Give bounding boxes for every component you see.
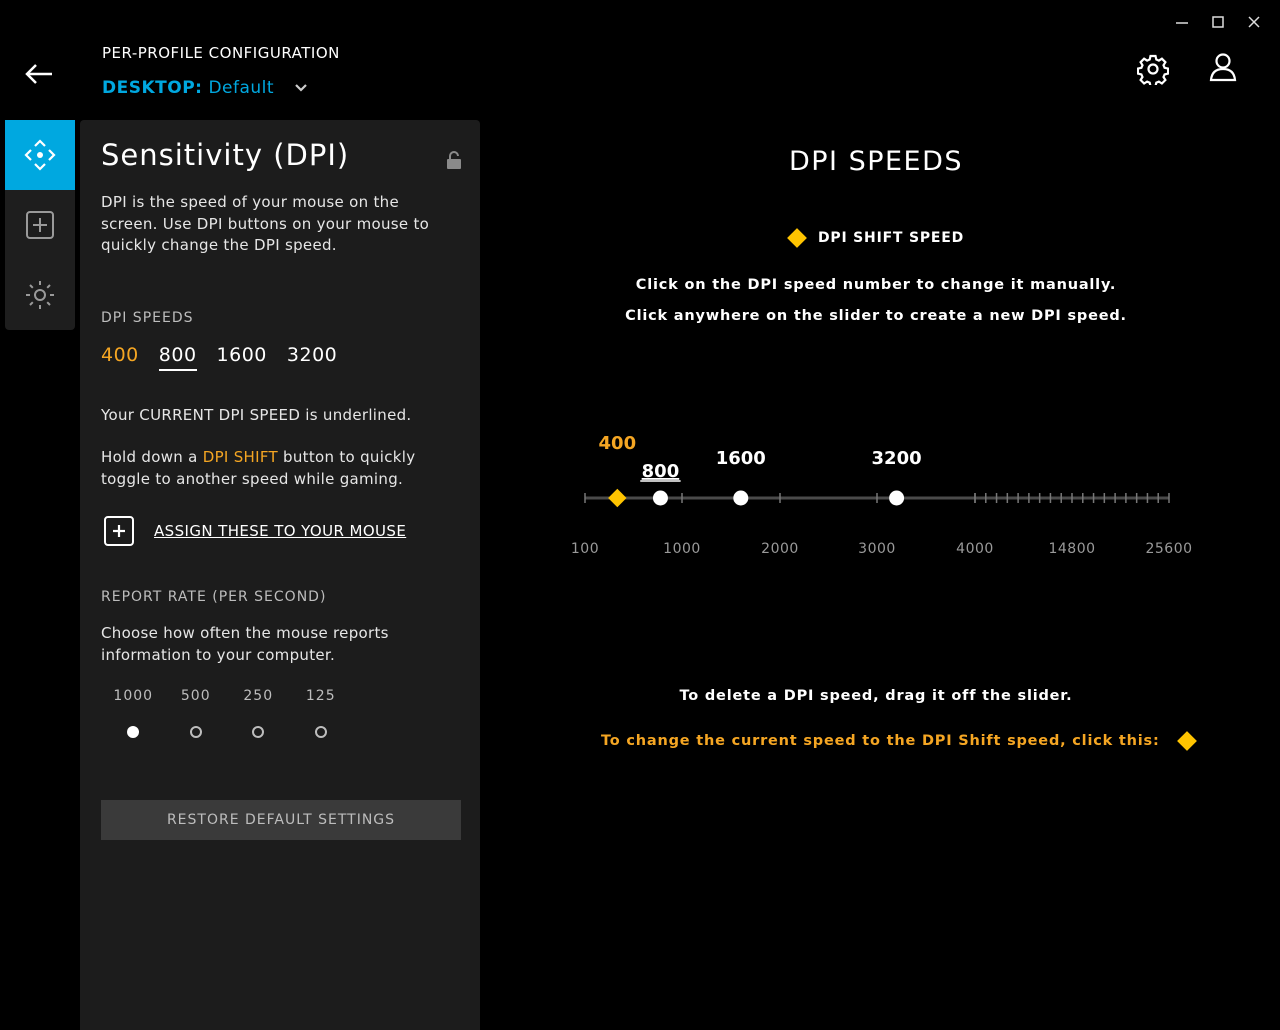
panel-title: Sensitivity (DPI) xyxy=(101,138,350,172)
report-rate-description: Choose how often the mouse reports infor… xyxy=(101,624,389,664)
report-rate-radio[interactable] xyxy=(102,726,165,738)
restore-defaults-button[interactable]: RESTORE DEFAULT SETTINGS xyxy=(101,800,461,840)
set-shift-diamond-button[interactable] xyxy=(1176,731,1197,751)
dpi-speed-marker-label[interactable]: 800 xyxy=(642,461,680,482)
window-controls xyxy=(1164,8,1272,36)
shift-instruction: To change the current speed to the DPI S… xyxy=(601,731,1197,751)
close-icon[interactable] xyxy=(1236,8,1272,36)
delete-instruction: To delete a DPI speed, drag it off the s… xyxy=(679,688,1073,704)
settings-panel: Sensitivity (DPI) DPI is the speed of yo… xyxy=(80,120,480,1030)
back-arrow-icon[interactable] xyxy=(24,60,56,88)
dpi-speed-marker-label[interactable]: 1600 xyxy=(716,448,766,469)
shift-instruction-label: To change the current speed to the DPI S… xyxy=(601,733,1160,749)
instruction-text: Click anywhere on the slider to create a… xyxy=(625,308,1127,324)
sun-lighting-icon xyxy=(26,281,54,309)
dpi-shift-note: Hold down a DPI SHIFT button to quickly … xyxy=(101,448,416,488)
dpi-slider[interactable]: 100 1000 2000 3000 4000 14800 25600 400 800 1600 3… xyxy=(560,420,1220,570)
report-rate-option-label: 125 xyxy=(305,688,336,704)
slider-axis-label: 2000 xyxy=(761,541,799,557)
dpi-speed-marker[interactable] xyxy=(733,490,749,506)
dpi-speed-value[interactable]: 800 xyxy=(158,344,197,371)
plus-square-icon xyxy=(26,211,54,239)
instruction-text: Click on the DPI speed number to change … xyxy=(635,277,1117,293)
report-rate-label: REPORT RATE (PER SECOND) xyxy=(101,589,327,605)
move-arrows-icon xyxy=(24,139,56,171)
slider-axis-label: 3000 xyxy=(858,541,896,557)
dpi-speed-list: 400 800 1600 3200 xyxy=(101,344,337,371)
slider-axis-label: 14800 xyxy=(1048,541,1095,557)
side-rail xyxy=(5,120,75,330)
report-rate-option-label: 1000 xyxy=(113,688,154,704)
assign-to-mouse-button[interactable]: ASSIGN THESE TO YOUR MOUSE xyxy=(104,516,406,546)
report-rate-radio[interactable] xyxy=(165,726,228,738)
plus-square-icon xyxy=(104,516,134,546)
dpi-speed-marker[interactable] xyxy=(652,490,668,506)
dpi-speed-marker-label[interactable]: 400 xyxy=(599,433,637,454)
report-rate-radio[interactable] xyxy=(227,726,290,738)
sidebar-item-assignments[interactable] xyxy=(5,190,75,260)
slider-axis-label: 1000 xyxy=(663,541,701,557)
report-rate-radio[interactable] xyxy=(290,726,353,738)
report-rate-option-label: 250 xyxy=(243,688,274,704)
profile-name: Default xyxy=(208,78,275,98)
profile-kind: DESKTOP: xyxy=(102,78,203,98)
gear-icon[interactable] xyxy=(1136,52,1170,86)
dpi-speeds-label: DPI SPEEDS xyxy=(101,310,194,326)
sidebar-item-sensitivity[interactable] xyxy=(5,120,75,190)
diamond-icon xyxy=(787,228,807,248)
dpi-speed-value[interactable]: 1600 xyxy=(217,344,267,371)
chevron-down-icon xyxy=(295,84,307,92)
report-rate-options: 1000 500 250 125 xyxy=(102,688,362,738)
slider-axis-label: 25600 xyxy=(1145,541,1192,557)
dpi-shift-legend: DPI SHIFT SPEED xyxy=(787,228,965,248)
current-speed-note: Your CURRENT DPI SPEED is underlined. xyxy=(101,406,412,424)
legend-label: DPI SHIFT SPEED xyxy=(818,230,965,246)
unlock-icon[interactable] xyxy=(445,150,463,170)
slider-axis-label: 4000 xyxy=(956,541,994,557)
page-title: PER-PROFILE CONFIGURATION xyxy=(102,44,340,62)
dpi-speed-marker-label[interactable]: 3200 xyxy=(872,448,922,469)
dpi-speed-value[interactable]: 3200 xyxy=(287,344,337,371)
panel-description: DPI is the speed of your mouse on the sc… xyxy=(101,193,430,254)
profile-selector[interactable]: DESKTOP: Default xyxy=(102,78,308,98)
dpi-shift-highlight: DPI SHIFT xyxy=(202,448,278,466)
maximize-icon[interactable] xyxy=(1200,8,1236,36)
minimize-icon[interactable] xyxy=(1164,8,1200,36)
slider-axis-label: 100 xyxy=(571,541,599,557)
report-rate-option-label: 500 xyxy=(180,688,211,704)
dpi-speeds-heading: DPI SPEEDS xyxy=(788,146,964,177)
dpi-speed-marker[interactable] xyxy=(889,490,905,506)
user-icon[interactable] xyxy=(1206,50,1240,84)
sidebar-item-lighting[interactable] xyxy=(5,260,75,330)
assign-link-label: ASSIGN THESE TO YOUR MOUSE xyxy=(154,522,407,540)
dpi-speed-value[interactable]: 400 xyxy=(101,344,139,371)
dpi-shift-marker[interactable] xyxy=(608,488,627,508)
